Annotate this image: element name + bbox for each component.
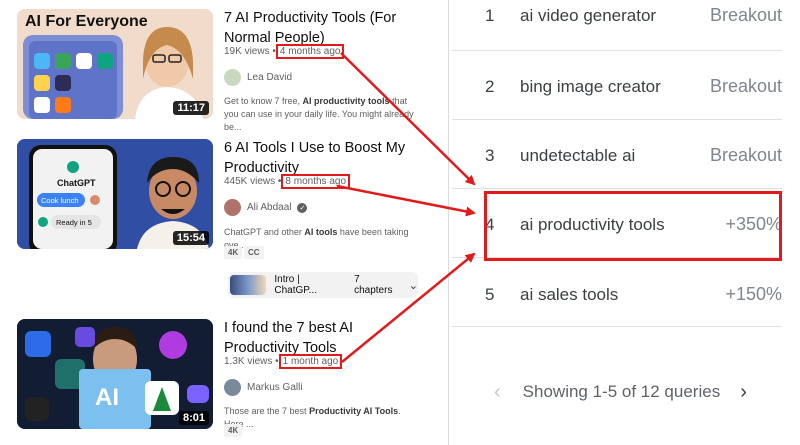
query-rank: 5 — [485, 285, 495, 304]
chevron-right-icon[interactable]: › — [740, 381, 747, 404]
video-description: Those are the 7 best Productivity AI Too… — [224, 406, 401, 429]
query-row[interactable]: 1 ai video generator Breakout — [452, 0, 782, 51]
video-description: Get to know 7 free, AI productivity tool… — [224, 96, 414, 132]
chapter-count: 7 chapters — [354, 274, 393, 296]
video-duration: 8:01 — [178, 411, 209, 425]
query-rank: 1 — [485, 6, 495, 25]
video-meta: 445K views • 8 months ago — [224, 174, 351, 189]
video-thumbnail[interactable]: AI 8:01 — [17, 319, 213, 429]
video-title[interactable]: 7 AI Productivity Tools (For Normal Peop… — [224, 8, 424, 48]
query-rank: 2 — [485, 77, 495, 96]
thumb-chat-message: Cook lunch — [41, 196, 79, 205]
upload-age-highlighted: 1 month ago — [278, 354, 343, 369]
channel-avatar[interactable] — [224, 199, 241, 216]
video-meta: 1.3K views • 1 month ago — [224, 354, 343, 369]
video-meta: 19K views • 4 months ago — [224, 44, 345, 59]
query-text[interactable]: ai sales tools — [520, 285, 618, 305]
verified-check-icon: ✓ — [297, 202, 308, 213]
upload-age-highlighted: 4 months ago — [275, 44, 345, 59]
video-thumbnail[interactable]: AI For Everyone 11:17 — [17, 9, 213, 119]
query-row[interactable]: 2 bing image creator Breakout — [452, 51, 782, 120]
thumb-chat-title: ChatGPT — [57, 178, 96, 188]
chapters-toggle[interactable]: Intro | ChatGP... 7 chapters ⌄ — [228, 272, 418, 298]
badge-4k: 4K — [224, 246, 243, 259]
chevron-left-icon[interactable]: ‹ — [494, 381, 501, 404]
query-value: Breakout — [709, 5, 782, 25]
channel-name[interactable]: Lea David — [247, 72, 292, 83]
chevron-down-icon[interactable]: ⌄ — [409, 279, 418, 292]
channel-name[interactable]: Ali Abdaal — [247, 202, 291, 213]
channel-avatar[interactable] — [224, 379, 241, 396]
badge-cc: CC — [244, 246, 264, 259]
query-text[interactable]: ai video generator — [520, 6, 656, 26]
query-row[interactable]: 5 ai sales tools +150% — [452, 258, 782, 327]
video-duration: 11:17 — [173, 101, 209, 115]
video-title[interactable]: 6 AI Tools I Use to Boost My Productivit… — [224, 138, 424, 178]
thumbnail-title: AI — [95, 384, 119, 411]
view-count: 445K views — [224, 176, 276, 187]
pagination-label: Showing 1-5 of 12 queries — [522, 382, 721, 401]
query-row[interactable]: 3 undetectable ai Breakout — [452, 120, 782, 189]
channel-row[interactable]: Markus Galli — [224, 379, 303, 396]
query-rank: 3 — [485, 146, 495, 165]
video-result-1[interactable]: AI For Everyone 11:17 7 AI Productivity … — [0, 0, 448, 132]
thumbnail-title: AI For Everyone — [25, 13, 148, 30]
chapter-thumbnail — [230, 275, 267, 295]
chapter-label: Intro | ChatGP... — [274, 274, 317, 296]
channel-row[interactable]: Lea David — [224, 69, 292, 86]
video-duration: 15:54 — [172, 231, 209, 245]
thumb-chat-reply: Ready in 5 — [56, 218, 92, 227]
highlight-box — [484, 191, 782, 261]
video-result-3[interactable]: AI 8:01 I found the 7 best AI Productivi… — [0, 310, 448, 445]
channel-name[interactable]: Markus Galli — [247, 382, 303, 393]
query-value: Breakout — [709, 145, 782, 165]
badge-4k: 4K — [224, 424, 243, 437]
channel-row[interactable]: Ali Abdaal ✓ — [224, 199, 308, 216]
video-title[interactable]: I found the 7 best AI Productivity Tools — [224, 318, 424, 358]
channel-avatar[interactable] — [224, 69, 241, 86]
pagination: ‹ Showing 1-5 of 12 queries › — [452, 372, 800, 412]
youtube-results: AI For Everyone 11:17 7 AI Productivity … — [0, 0, 448, 445]
view-count: 19K views — [224, 46, 270, 57]
view-count: 1.3K views — [224, 356, 273, 367]
upload-age-highlighted: 8 months ago — [281, 174, 351, 189]
query-value: +150% — [725, 284, 782, 304]
query-text[interactable]: bing image creator — [520, 77, 661, 97]
query-value: Breakout — [709, 76, 782, 96]
query-text[interactable]: undetectable ai — [520, 146, 635, 166]
video-thumbnail[interactable]: ChatGPT Cook lunch Ready in 5 15:54 — [17, 139, 213, 249]
